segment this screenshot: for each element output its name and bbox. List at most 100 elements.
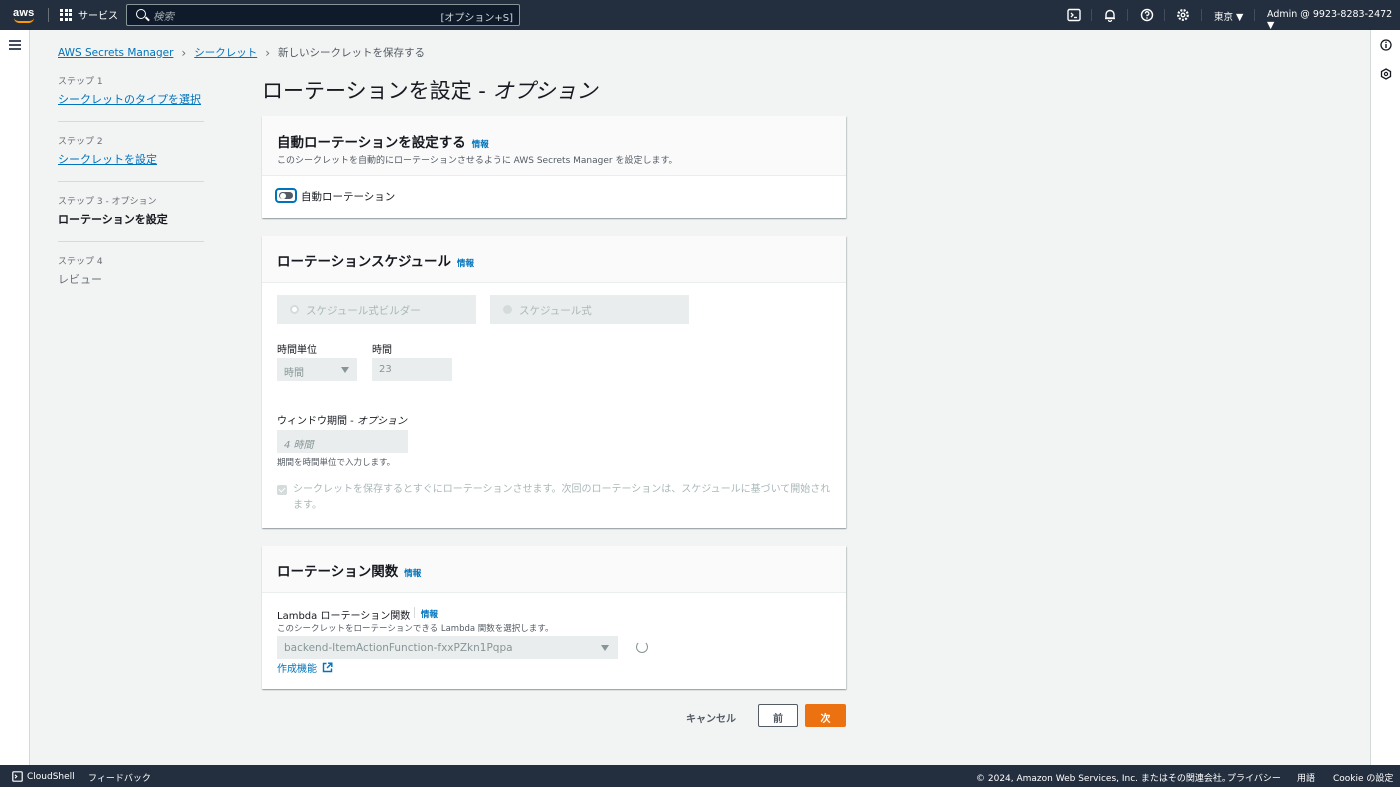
window-label-main: ウィンドウ期間 - xyxy=(277,416,357,427)
rotation-function-heading: ローテーション関数 xyxy=(277,564,399,580)
rotation-schedule-heading: ローテーションスケジュール xyxy=(277,254,452,270)
page-title-optional: オプション xyxy=(492,79,598,103)
external-link-icon xyxy=(322,662,333,673)
window-input[interactable]: 4 時間 xyxy=(277,430,408,453)
create-function-label: 作成機能 xyxy=(277,664,317,675)
schedule-builder-label: スケジュール式ビルダー xyxy=(306,305,421,317)
breadcrumb-secrets[interactable]: シークレット xyxy=(194,45,257,60)
step-label: ステップ 2 xyxy=(58,137,103,147)
nav-divider xyxy=(1164,9,1165,21)
wizard-step-1: ステップ 1 シークレットのタイプを選択 xyxy=(58,74,204,122)
rotate-immediately-label: シークレットを保存するとすぐにローテーションさせます。次回のローテーションは、ス… xyxy=(293,484,831,511)
cloudshell-icon xyxy=(12,771,23,782)
tutorial-panel-icon[interactable] xyxy=(1380,68,1392,80)
next-button[interactable]: 次 xyxy=(805,704,846,727)
step-label: ステップ 3 - オプション xyxy=(58,197,157,207)
services-grid-icon xyxy=(60,8,72,21)
page-title: ローテーションを設定 - オプション xyxy=(262,75,598,105)
rotation-schedule-header: ローテーションスケジュール 情報 xyxy=(262,236,846,283)
info-panel-icon[interactable] xyxy=(1380,39,1392,51)
menu-hamburger-icon[interactable] xyxy=(9,40,21,50)
global-search-input[interactable]: 検索 [オプション+S] xyxy=(126,4,520,26)
left-side-rail xyxy=(0,30,30,765)
cloudshell-icon[interactable] xyxy=(1067,8,1081,22)
cloudshell-button[interactable]: CloudShell xyxy=(12,771,75,782)
auto-rotation-header: 自動ローテーションを設定する 情報 このシークレットを自動的にローテーションさせる… xyxy=(262,116,846,176)
time-label: 時間 xyxy=(372,345,392,356)
page-title-main: ローテーションを設定 - xyxy=(262,79,493,103)
caret-down-icon xyxy=(341,367,349,373)
search-icon xyxy=(136,9,146,19)
rotation-function-header: ローテーション関数 情報 xyxy=(262,546,846,593)
services-menu-button[interactable]: サービス xyxy=(60,7,118,22)
info-link[interactable]: 情報 xyxy=(404,569,421,579)
wizard-step-3: ステップ 3 - オプション ローテーションを設定 xyxy=(58,194,204,242)
auto-rotation-heading: 自動ローテーションを設定する xyxy=(277,135,466,151)
region-selector[interactable]: 東京 ▼ xyxy=(1214,9,1243,23)
settings-gear-icon[interactable] xyxy=(1176,8,1190,22)
schedule-expression-label: スケジュール式 xyxy=(519,305,592,317)
breadcrumb: AWS Secrets Manager › シークレット › 新しいシークレット… xyxy=(58,45,425,60)
create-function-link[interactable]: 作成機能 xyxy=(277,660,333,675)
right-side-rail xyxy=(1370,30,1400,765)
aws-smile-mark xyxy=(14,18,34,23)
lambda-function-select[interactable]: backend-ItemActionFunction-fxxPZkn1Pqpa xyxy=(277,636,618,659)
wizard-steps: ステップ 1 シークレットのタイプを選択 ステップ 2 シークレットを設定 ステ… xyxy=(58,74,204,313)
window-placeholder: 4 時間 xyxy=(284,440,314,451)
radio-icon xyxy=(290,305,299,314)
nav-divider xyxy=(1091,9,1092,21)
breadcrumb-current: 新しいシークレットを保存する xyxy=(278,47,426,59)
step-link-configure-secret[interactable]: シークレットを設定 xyxy=(58,151,204,167)
breadcrumb-secrets-manager[interactable]: AWS Secrets Manager xyxy=(58,47,173,59)
cookie-settings-link[interactable]: Cookie の設定 xyxy=(1333,771,1393,784)
privacy-link[interactable]: プライバシー xyxy=(1227,771,1281,784)
lambda-function-value: backend-ItemActionFunction-fxxPZkn1Pqpa xyxy=(284,642,513,654)
caret-down-icon xyxy=(601,645,609,651)
cloudshell-label: CloudShell xyxy=(27,771,75,782)
top-navigation: aws サービス 検索 [オプション+S] 東京 ▼ Admin @ 9923-… xyxy=(0,0,1400,31)
step-link-select-type[interactable]: シークレットのタイプを選択 xyxy=(58,91,204,107)
feedback-link[interactable]: フィードバック xyxy=(88,771,151,784)
account-menu[interactable]: Admin @ 9923-8283-2472 ▼ xyxy=(1267,9,1400,31)
info-link[interactable]: 情報 xyxy=(472,140,489,150)
label-divider xyxy=(414,607,415,618)
footer: CloudShell フィードバック © 2024, Amazon Web Se… xyxy=(0,765,1400,787)
terms-link[interactable]: 用語 xyxy=(1297,771,1315,784)
refresh-icon[interactable] xyxy=(636,641,648,653)
window-label-optional: オプション xyxy=(356,416,407,427)
auto-rotation-description: このシークレットを自動的にローテーションさせるように AWS Secrets M… xyxy=(277,156,678,166)
time-unit-label: 時間単位 xyxy=(277,345,317,356)
help-icon[interactable] xyxy=(1140,8,1154,22)
step-current-configure-rotation: ローテーションを設定 xyxy=(58,213,168,226)
time-unit-value: 時間 xyxy=(284,368,304,379)
lambda-field-label: Lambda ローテーション関数 xyxy=(277,611,411,622)
wizard-step-4: ステップ 4 レビュー xyxy=(58,254,204,301)
info-link[interactable]: 情報 xyxy=(457,259,474,269)
aws-logo[interactable]: aws xyxy=(13,5,37,25)
rotate-immediately-checkbox[interactable] xyxy=(277,485,287,495)
breadcrumb-chevron-icon: › xyxy=(265,45,271,60)
window-hint: 期間を時間単位で入力します。 xyxy=(277,458,396,468)
step-label: ステップ 1 xyxy=(58,77,103,87)
radio-icon xyxy=(503,305,512,314)
window-label: ウィンドウ期間 - オプション xyxy=(277,412,407,427)
time-input[interactable]: 23 xyxy=(372,358,452,381)
nav-divider xyxy=(1254,9,1255,21)
step-label: ステップ 4 xyxy=(58,257,103,267)
lambda-field-description: このシークレットをローテーションできる Lambda 関数を選択します。 xyxy=(277,624,554,634)
auto-rotation-toggle[interactable] xyxy=(275,188,297,203)
nav-divider xyxy=(48,8,49,22)
previous-button[interactable]: 前 xyxy=(758,704,798,727)
nav-divider xyxy=(1201,9,1202,21)
schedule-expression-tile[interactable]: スケジュール式 xyxy=(490,295,689,324)
cancel-button[interactable]: キャンセル xyxy=(680,707,742,727)
auto-rotation-toggle-label: 自動ローテーション xyxy=(301,191,396,203)
notifications-bell-icon[interactable] xyxy=(1103,8,1117,22)
services-label: サービス xyxy=(78,11,118,22)
time-value: 23 xyxy=(379,364,392,375)
copyright-text: © 2024, Amazon Web Services, Inc. またはその関… xyxy=(976,774,1231,784)
schedule-builder-tile[interactable]: スケジュール式ビルダー xyxy=(277,295,476,324)
toggle-knob xyxy=(280,192,286,199)
breadcrumb-chevron-icon: › xyxy=(181,45,187,60)
info-link[interactable]: 情報 xyxy=(421,608,438,620)
